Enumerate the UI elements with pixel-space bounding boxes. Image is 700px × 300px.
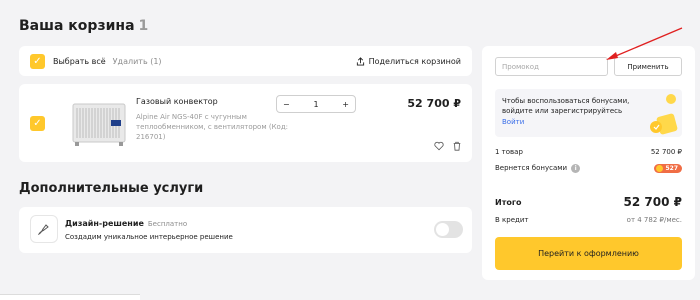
credit-row: В кредит от 4 782 ₽/мес. [495, 216, 682, 224]
apply-promo-button[interactable]: Применить [614, 57, 682, 76]
bonus-badge: 527 [654, 164, 682, 173]
bottom-bar [0, 294, 140, 300]
check-icon: ✓ [33, 118, 42, 129]
service-description: Создадим уникальное интерьерное решение [65, 233, 233, 241]
bonus-label-wrap: Вернется бонусами i [495, 164, 581, 173]
service-free-badge: Бесплатно [147, 220, 188, 228]
cart-count: 1 [138, 18, 149, 34]
total-label: Итого [495, 197, 522, 207]
design-icon [30, 215, 58, 243]
service-design: Дизайн-решение Бесплатно Создадим уникаль… [19, 207, 472, 253]
credit-label: В кредит [495, 216, 529, 224]
service-toggle[interactable] [434, 221, 463, 238]
order-summary: Применить Чтобы воспользоваться бонусами… [482, 46, 695, 280]
bonus-label: Вернется бонусами [495, 164, 568, 172]
trash-icon[interactable] [452, 141, 462, 151]
check-icon: ✓ [33, 55, 42, 67]
bonus-value: 527 [665, 165, 678, 172]
total-value: 52 700 ₽ [623, 195, 682, 209]
share-label: Поделиться корзиной [368, 56, 461, 66]
total-row: Итого 52 700 ₽ [495, 195, 682, 209]
items-label: 1 товар [495, 148, 523, 156]
service-title: Дизайн-решение Бесплатно [65, 219, 187, 228]
items-row: 1 товар 52 700 ₽ [495, 148, 682, 156]
bonus-banner: Чтобы воспользоваться бонусами, войдите … [495, 89, 682, 137]
checkout-button[interactable]: Перейти к оформлению [495, 237, 682, 270]
select-all-checkbox[interactable]: ✓ [30, 53, 45, 69]
cart-title-text: Ваша корзина [19, 18, 135, 34]
bonus-text: Чтобы воспользоваться бонусами, войдите … [502, 97, 630, 115]
login-link[interactable]: Войти [502, 118, 524, 126]
cart-item: ✓ Газовый конвектор Alpine Air NGS-40F с… [19, 84, 472, 162]
coin-icon [666, 94, 676, 104]
quantity-stepper: − 1 + [276, 95, 356, 113]
bonus-row: Вернется бонусами i 527 [495, 164, 682, 173]
share-icon [356, 56, 364, 66]
select-bar: ✓ Выбрать всё Удалить (1) Поделиться кор… [19, 46, 472, 76]
services-title: Дополнительные услуги [19, 181, 204, 196]
coin-icon [656, 165, 664, 172]
page-title: Ваша корзина 1 [19, 18, 148, 34]
item-checkbox[interactable]: ✓ [30, 116, 45, 131]
bonus-illustration [650, 113, 678, 135]
quantity-value[interactable]: 1 [313, 100, 318, 109]
info-icon[interactable]: i [571, 164, 581, 173]
delete-link[interactable]: Удалить (1) [113, 57, 162, 66]
promo-code-input[interactable] [495, 57, 608, 76]
plus-icon[interactable]: + [342, 100, 349, 109]
share-cart-button[interactable]: Поделиться корзиной [356, 57, 461, 66]
product-name[interactable]: Газовый конвектор [136, 97, 218, 106]
items-value: 52 700 ₽ [650, 148, 682, 156]
credit-value: от 4 782 ₽/мес. [626, 216, 682, 224]
minus-icon[interactable]: − [283, 100, 290, 109]
product-description: Alpine Air NGS-40F с чугунным теплообмен… [136, 113, 289, 141]
service-title-text: Дизайн-решение [65, 219, 144, 228]
product-image[interactable] [71, 94, 127, 150]
product-price: 52 700 ₽ [407, 97, 461, 110]
select-all-label[interactable]: Выбрать всё [53, 57, 106, 66]
heart-icon[interactable] [434, 141, 444, 151]
